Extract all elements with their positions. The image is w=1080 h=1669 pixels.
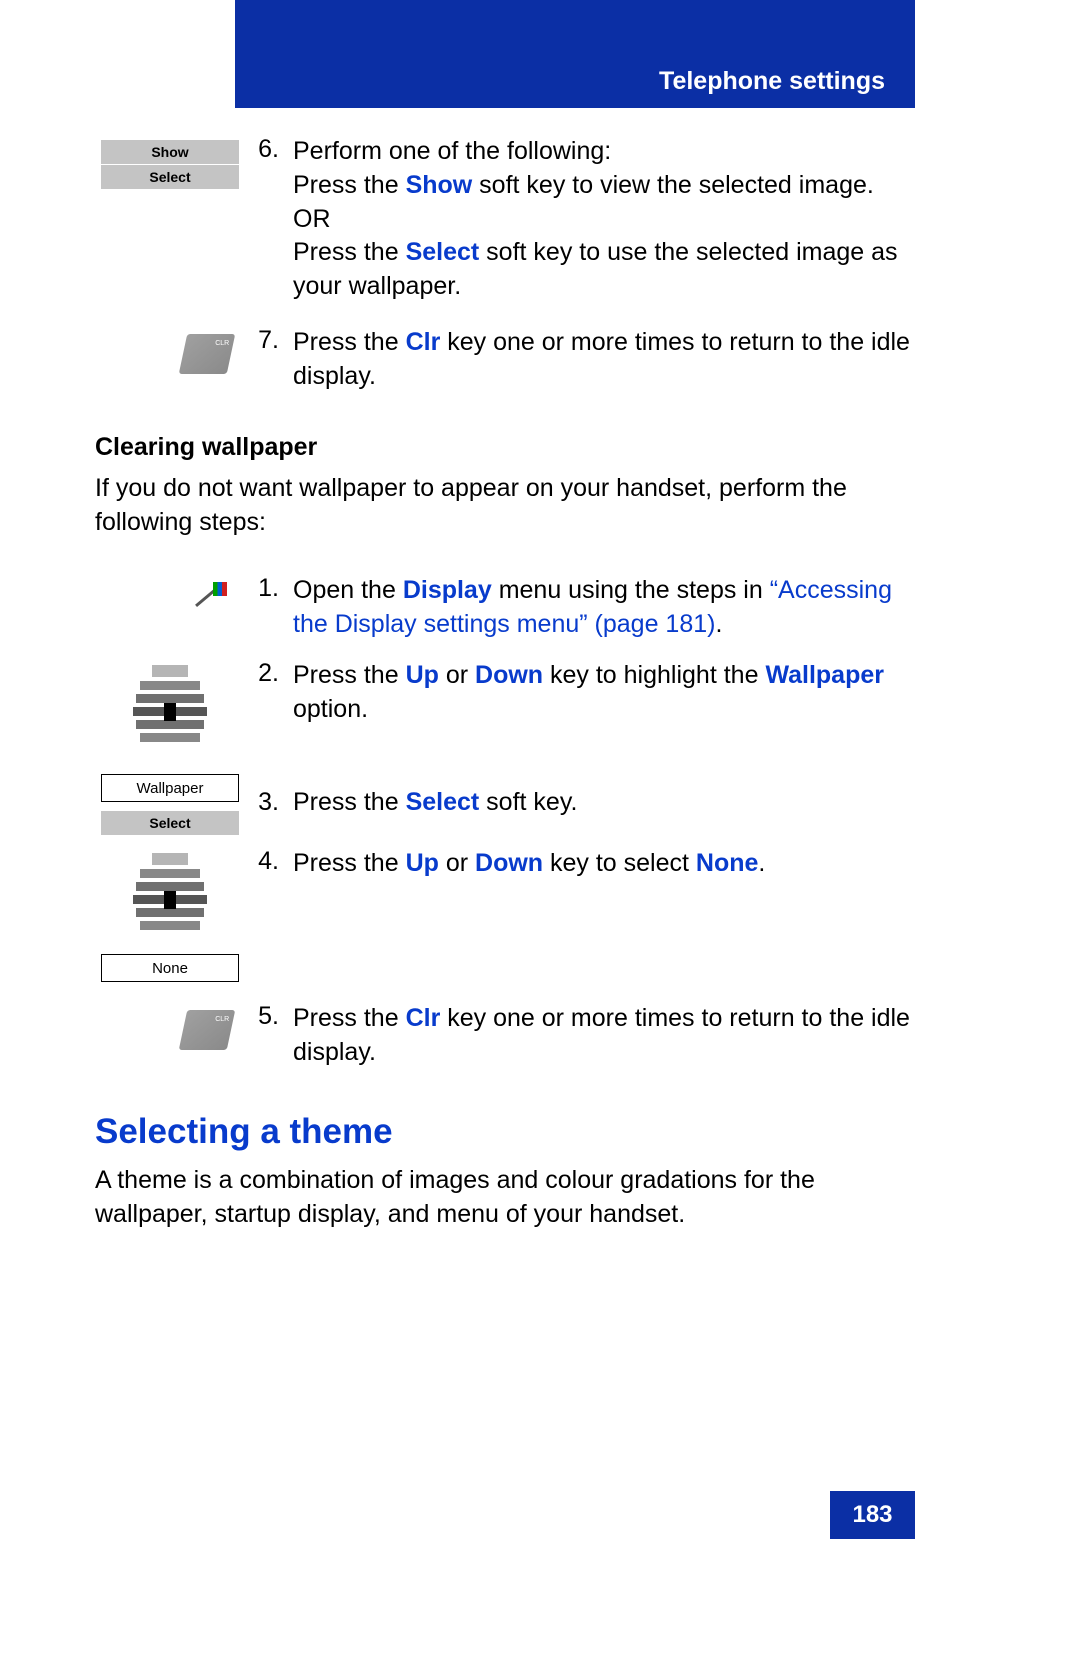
c2-a: Press the: [293, 661, 406, 689]
c1-num: 1.: [245, 574, 293, 642]
c2-e: key to highlight the: [543, 661, 765, 689]
step-7-row: 7. Press the Clr key one or more times t…: [95, 326, 915, 394]
c4-e: key to select: [543, 849, 696, 877]
softkey-select-2: Select: [101, 810, 239, 835]
clr-key-icon-2: [179, 1010, 236, 1050]
c3-num: 3.: [245, 788, 293, 817]
step-6-body: Perform one of the following: Press the …: [293, 135, 915, 304]
c4-body: Press the Up or Down key to select None.: [293, 847, 915, 982]
c4-g: .: [758, 849, 765, 877]
step-7-body: Press the Clr key one or more times to r…: [293, 326, 915, 394]
selecting-theme-body: A theme is a combination of images and c…: [95, 1164, 915, 1232]
up-keyword-2: Up: [406, 849, 439, 877]
down-keyword-2: Down: [475, 849, 543, 877]
clear-step-5: 5. Press the Clr key one or more times t…: [95, 1002, 915, 1070]
c2-num: 2.: [245, 659, 293, 760]
softkey-show: Show: [101, 139, 239, 164]
page-content: Show Select 6. Perform one of the follow…: [95, 135, 915, 1231]
step6-or: OR: [293, 205, 331, 233]
clr-keyword: Clr: [406, 328, 441, 356]
clear-step-4: None 4. Press the Up or Down key to sele…: [95, 847, 915, 982]
none-keyword: None: [696, 849, 759, 877]
c2-body: Press the Up or Down key to highlight th…: [293, 659, 915, 760]
c3-a: Press the: [293, 788, 406, 816]
page-number: 183: [830, 1491, 915, 1539]
clr-keyword-2: Clr: [406, 1004, 441, 1032]
clearing-heading: Clearing wallpaper: [95, 433, 915, 462]
step6-line3a: Press the: [293, 238, 406, 266]
select-keyword: Select: [406, 238, 480, 266]
c3-c: soft key.: [479, 788, 577, 816]
display-keyword: Display: [403, 576, 492, 604]
page-header-title: Telephone settings: [659, 67, 885, 96]
step6-line2a: Press the: [293, 171, 406, 199]
c5-body: Press the Clr key one or more times to r…: [293, 1002, 915, 1070]
up-keyword: Up: [406, 661, 439, 689]
c3-body: Press the Select soft key.: [293, 786, 915, 820]
c1-c: menu using the steps in: [492, 576, 770, 604]
clear-step-2: 2. Press the Up or Down key to highlight…: [95, 659, 915, 760]
step-6-number: 6.: [245, 135, 293, 304]
wallpaper-option-box: Wallpaper: [101, 774, 239, 802]
header-band: Telephone settings: [235, 0, 915, 108]
wand-icon: [191, 582, 227, 610]
c1-dot: .: [715, 610, 722, 638]
c1-a: Open the: [293, 576, 403, 604]
c4-num: 4.: [245, 847, 293, 982]
nav-key-icon: [130, 665, 210, 760]
step6-line2c: soft key to view the selected image.: [472, 171, 874, 199]
c5-a: Press the: [293, 1004, 406, 1032]
c4-a: Press the: [293, 849, 406, 877]
clearing-intro: If you do not want wallpaper to appear o…: [95, 472, 915, 540]
c2-c: or: [439, 661, 475, 689]
step-7-number: 7.: [245, 326, 293, 394]
wallpaper-keyword: Wallpaper: [765, 661, 884, 689]
show-keyword: Show: [406, 171, 473, 199]
selecting-theme-heading: Selecting a theme: [95, 1112, 915, 1152]
clr-key-icon: [179, 334, 236, 374]
none-option-box: None: [101, 954, 239, 982]
down-keyword: Down: [475, 661, 543, 689]
c4-c: or: [439, 849, 475, 877]
nav-key-icon-2: [130, 853, 210, 948]
c1-body: Open the Display menu using the steps in…: [293, 574, 915, 642]
clear-step-1: 1. Open the Display menu using the steps…: [95, 574, 915, 642]
step-6-row: Show Select 6. Perform one of the follow…: [95, 135, 915, 304]
clear-step-3: Wallpaper Select 3. Press the Select sof…: [95, 770, 915, 835]
select-keyword-2: Select: [406, 788, 480, 816]
step7-a: Press the: [293, 328, 406, 356]
c2-g: option.: [293, 695, 368, 723]
c5-num: 5.: [245, 1002, 293, 1070]
step6-line1: Perform one of the following:: [293, 137, 611, 165]
softkey-select: Select: [101, 164, 239, 189]
